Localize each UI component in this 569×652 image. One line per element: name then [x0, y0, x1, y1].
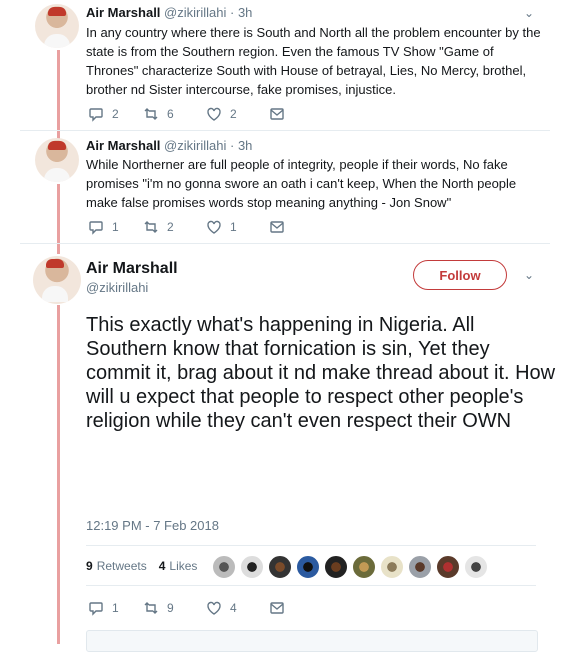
- retweet-count: 9: [167, 601, 174, 615]
- retweet-button[interactable]: 2: [143, 219, 206, 235]
- thread-line: [57, 305, 60, 644]
- message-button[interactable]: [269, 600, 293, 616]
- like-count: 4: [230, 601, 237, 615]
- reply-icon: [89, 221, 103, 235]
- like-button[interactable]: 1: [206, 219, 269, 235]
- message-button[interactable]: [269, 106, 293, 122]
- tweet-time[interactable]: · 3h: [230, 138, 252, 153]
- liker-avatars: [212, 555, 492, 579]
- chevron-down-icon[interactable]: ⌄: [524, 268, 534, 282]
- message-icon: [270, 221, 284, 233]
- liker-avatar[interactable]: [268, 555, 292, 579]
- tweet-text: In any country where there is South and …: [86, 25, 541, 97]
- user-handle[interactable]: @zikirillahi: [164, 5, 226, 20]
- tweet-actions: 1 9 4: [88, 600, 293, 616]
- heart-icon: [207, 601, 221, 615]
- divider: [86, 545, 536, 546]
- user-name[interactable]: Air Marshall: [86, 138, 160, 153]
- follow-button[interactable]: Follow: [413, 260, 507, 290]
- like-count: 2: [230, 107, 237, 121]
- like-button[interactable]: 2: [206, 106, 269, 122]
- user-handle[interactable]: @zikirillahi: [164, 138, 226, 153]
- retweet-count: 2: [167, 220, 174, 234]
- user-name[interactable]: Air Marshall: [86, 260, 178, 278]
- retweet-count: 6: [167, 107, 174, 121]
- tweet-timestamp[interactable]: 12:19 PM - 7 Feb 2018: [86, 518, 219, 533]
- retweet-button[interactable]: 6: [143, 106, 206, 122]
- retweets-count: 9: [86, 559, 93, 573]
- likes-stat[interactable]: 4 Likes: [159, 559, 198, 573]
- divider: [86, 585, 536, 586]
- reply-input[interactable]: [86, 630, 538, 652]
- liker-avatar[interactable]: [464, 555, 488, 579]
- reply-button[interactable]: 1: [88, 600, 143, 616]
- message-icon: [270, 108, 284, 120]
- likes-count: 4: [158, 559, 166, 573]
- user-name[interactable]: Air Marshall: [86, 5, 160, 20]
- reply-count: 2: [112, 107, 119, 121]
- liker-avatar[interactable]: [436, 555, 460, 579]
- avatar[interactable]: [35, 138, 79, 182]
- chevron-down-icon[interactable]: ⌄: [524, 6, 534, 20]
- retweet-icon: [144, 602, 158, 614]
- tweet-text: While Northerner are full people of inte…: [86, 157, 517, 210]
- message-button[interactable]: [269, 219, 293, 235]
- message-icon: [270, 602, 284, 614]
- like-count: 1: [230, 220, 237, 234]
- divider: [20, 243, 550, 244]
- tweet-actions: 1 2 1: [88, 219, 293, 235]
- reply-icon: [89, 108, 103, 122]
- reply-count: 1: [112, 220, 119, 234]
- divider: [20, 130, 550, 131]
- liker-avatar[interactable]: [296, 555, 320, 579]
- user-handle[interactable]: @zikirillahi: [86, 280, 148, 295]
- liker-avatar[interactable]: [408, 555, 432, 579]
- liker-avatar[interactable]: [212, 555, 236, 579]
- tweet-actions: 2 6 2: [88, 106, 293, 122]
- liker-avatar[interactable]: [240, 555, 264, 579]
- reply-icon: [89, 602, 103, 616]
- retweets-stat[interactable]: 9 Retweets: [86, 559, 147, 573]
- liker-avatar[interactable]: [324, 555, 348, 579]
- likes-label: Likes: [169, 559, 198, 573]
- reply-button[interactable]: 1: [88, 219, 143, 235]
- retweets-label: Retweets: [96, 559, 147, 573]
- avatar[interactable]: [33, 256, 81, 304]
- liker-avatar[interactable]: [352, 555, 376, 579]
- engagement-stats: 9 Retweets 4 Likes: [86, 559, 197, 573]
- liker-avatar[interactable]: [380, 555, 404, 579]
- thread-line: [57, 50, 60, 140]
- tweet-header: Air Marshall @zikirillahi · 3h: [86, 5, 252, 20]
- heart-icon: [207, 220, 221, 234]
- retweet-icon: [144, 221, 158, 233]
- heart-icon: [207, 107, 221, 121]
- like-button[interactable]: 4: [206, 600, 269, 616]
- tweet-time[interactable]: · 3h: [230, 5, 252, 20]
- tweet-text: This exactly what's happening in Nigeria…: [86, 314, 556, 432]
- reply-count: 1: [112, 601, 119, 615]
- retweet-icon: [144, 108, 158, 120]
- tweet-header: Air Marshall @zikirillahi · 3h: [86, 138, 252, 153]
- avatar[interactable]: [35, 4, 79, 48]
- reply-button[interactable]: 2: [88, 106, 143, 122]
- retweet-button[interactable]: 9: [143, 600, 206, 616]
